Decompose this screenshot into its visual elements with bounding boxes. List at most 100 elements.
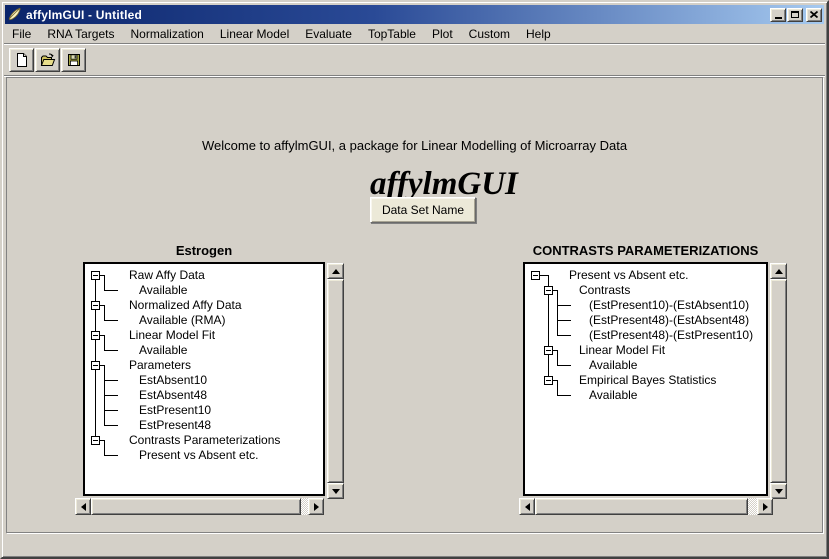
save-file-button[interactable] (61, 48, 86, 72)
menu-item-help[interactable]: Help (518, 24, 559, 43)
menu-item-custom[interactable]: Custom (461, 24, 518, 43)
menu-bar: FileRNA TargetsNormalizationLinear Model… (4, 24, 825, 43)
tree-node-label[interactable]: Available (139, 283, 187, 298)
feather-icon (7, 7, 23, 23)
tree-node-label[interactable]: (EstPresent48)-(EstPresent10) (589, 328, 753, 343)
right-tree-hscrollbar[interactable] (519, 498, 773, 515)
collapse-toggle-icon[interactable] (91, 436, 100, 445)
tree-line (557, 290, 558, 335)
arrow-up-icon (775, 269, 783, 274)
left-tree[interactable]: Raw Affy DataAvailableNormalized Affy Da… (83, 262, 325, 496)
tree-line (95, 275, 96, 440)
collapse-toggle-icon[interactable] (91, 271, 100, 280)
application-window: affylmGUI - Untitled FileRNA TargetsNorm… (0, 0, 829, 559)
collapse-toggle-icon[interactable] (544, 346, 553, 355)
tree-node-label[interactable]: Raw Affy Data (129, 268, 205, 283)
scroll-right-button[interactable] (308, 498, 324, 515)
scroll-up-button[interactable] (770, 263, 787, 279)
arrow-up-icon (332, 269, 340, 274)
menu-item-normalization[interactable]: Normalization (123, 24, 212, 43)
tree-node-label[interactable]: Available (RMA) (139, 313, 225, 328)
title-bar[interactable]: affylmGUI - Untitled (5, 5, 824, 24)
collapse-toggle-icon[interactable] (544, 286, 553, 295)
window-title: affylmGUI - Untitled (26, 8, 142, 22)
collapse-toggle-icon[interactable] (91, 331, 100, 340)
tree-node-label[interactable]: Normalized Affy Data (129, 298, 242, 313)
maximize-button[interactable] (787, 8, 803, 22)
tree-line (557, 350, 558, 365)
tree-node-label[interactable]: (EstPresent48)-(EstAbsent48) (589, 313, 749, 328)
tree-node-label[interactable]: Empirical Bayes Statistics (579, 373, 716, 388)
tree-node-label[interactable]: Linear Model Fit (579, 343, 665, 358)
tree-node-label[interactable]: Available (589, 388, 637, 403)
menu-item-toptable[interactable]: TopTable (360, 24, 424, 43)
left-tree-vscrollbar[interactable] (327, 263, 344, 499)
toolbar (4, 43, 825, 77)
minimize-button[interactable] (770, 8, 786, 22)
tree-line (104, 305, 105, 320)
right-tree-hscroll-thumb[interactable] (535, 498, 748, 515)
collapse-toggle-icon[interactable] (91, 361, 100, 370)
right-tree-vscrollbar[interactable] (770, 263, 787, 499)
data-set-name-button[interactable]: Data Set Name (370, 197, 476, 223)
tree-line (104, 350, 118, 351)
tree-line (557, 380, 558, 395)
menu-item-file[interactable]: File (4, 24, 39, 43)
right-tree-vscroll-thumb[interactable] (770, 279, 787, 483)
tree-node-label[interactable]: Present vs Absent etc. (139, 448, 258, 463)
arrow-right-icon (314, 503, 319, 511)
main-panel: affylmGUI Welcome to affylmGUI, a packag… (6, 77, 823, 533)
tree-line (104, 275, 105, 290)
right-tree[interactable]: Present vs Absent etc.Contrasts(EstPrese… (523, 262, 768, 496)
menu-item-rna-targets[interactable]: RNA Targets (39, 24, 122, 43)
left-tree-hscrollbar[interactable] (75, 498, 324, 515)
tree-node-label[interactable]: (EstPresent10)-(EstAbsent10) (589, 298, 749, 313)
scroll-down-button[interactable] (327, 483, 344, 499)
menu-item-linear-model[interactable]: Linear Model (212, 24, 297, 43)
tree-line (104, 455, 118, 456)
scroll-left-button[interactable] (519, 498, 535, 515)
tree-node-label[interactable]: EstPresent48 (139, 418, 211, 433)
tree-node-label[interactable]: Parameters (129, 358, 191, 373)
tree-node-label[interactable]: EstAbsent48 (139, 388, 207, 403)
scroll-right-button[interactable] (757, 498, 773, 515)
tree-node-label[interactable]: Linear Model Fit (129, 328, 215, 343)
tree-node-label[interactable]: Present vs Absent etc. (569, 268, 688, 283)
tree-line (557, 395, 571, 396)
arrow-down-icon (775, 489, 783, 494)
save-floppy-icon (66, 52, 82, 68)
menu-item-plot[interactable]: Plot (424, 24, 461, 43)
menu-item-evaluate[interactable]: Evaluate (297, 24, 360, 43)
arrow-right-icon (763, 503, 768, 511)
tree-line (104, 425, 118, 426)
tree-line (104, 380, 118, 381)
tree-node-label[interactable]: Contrasts Parameterizations (129, 433, 280, 448)
tree-line (557, 320, 571, 321)
tree-node-label[interactable]: EstAbsent10 (139, 373, 207, 388)
close-icon (810, 11, 818, 18)
close-button[interactable] (806, 8, 822, 22)
left-tree-canvas: Raw Affy DataAvailableNormalized Affy Da… (85, 264, 323, 494)
left-tree-vscroll-thumb[interactable] (327, 279, 344, 483)
collapse-toggle-icon[interactable] (544, 376, 553, 385)
tree-line (104, 335, 105, 350)
left-tree-title: Estrogen (83, 243, 325, 258)
open-file-button[interactable] (35, 48, 60, 72)
window-controls (770, 8, 824, 22)
tree-line (104, 440, 105, 455)
tree-node-label[interactable]: Available (589, 358, 637, 373)
tree-node-label[interactable]: Contrasts (579, 283, 630, 298)
tree-node-label[interactable]: EstPresent10 (139, 403, 211, 418)
collapse-toggle-icon[interactable] (531, 271, 540, 280)
scroll-down-button[interactable] (770, 483, 787, 499)
maximize-icon (791, 11, 799, 18)
scroll-left-button[interactable] (75, 498, 91, 515)
tree-node-label[interactable]: Available (139, 343, 187, 358)
new-file-button[interactable] (9, 48, 34, 72)
tree-line (104, 410, 118, 411)
collapse-toggle-icon[interactable] (91, 301, 100, 310)
tree-line (557, 305, 571, 306)
scroll-up-button[interactable] (327, 263, 344, 279)
tree-line (104, 320, 118, 321)
left-tree-hscroll-thumb[interactable] (91, 498, 301, 515)
